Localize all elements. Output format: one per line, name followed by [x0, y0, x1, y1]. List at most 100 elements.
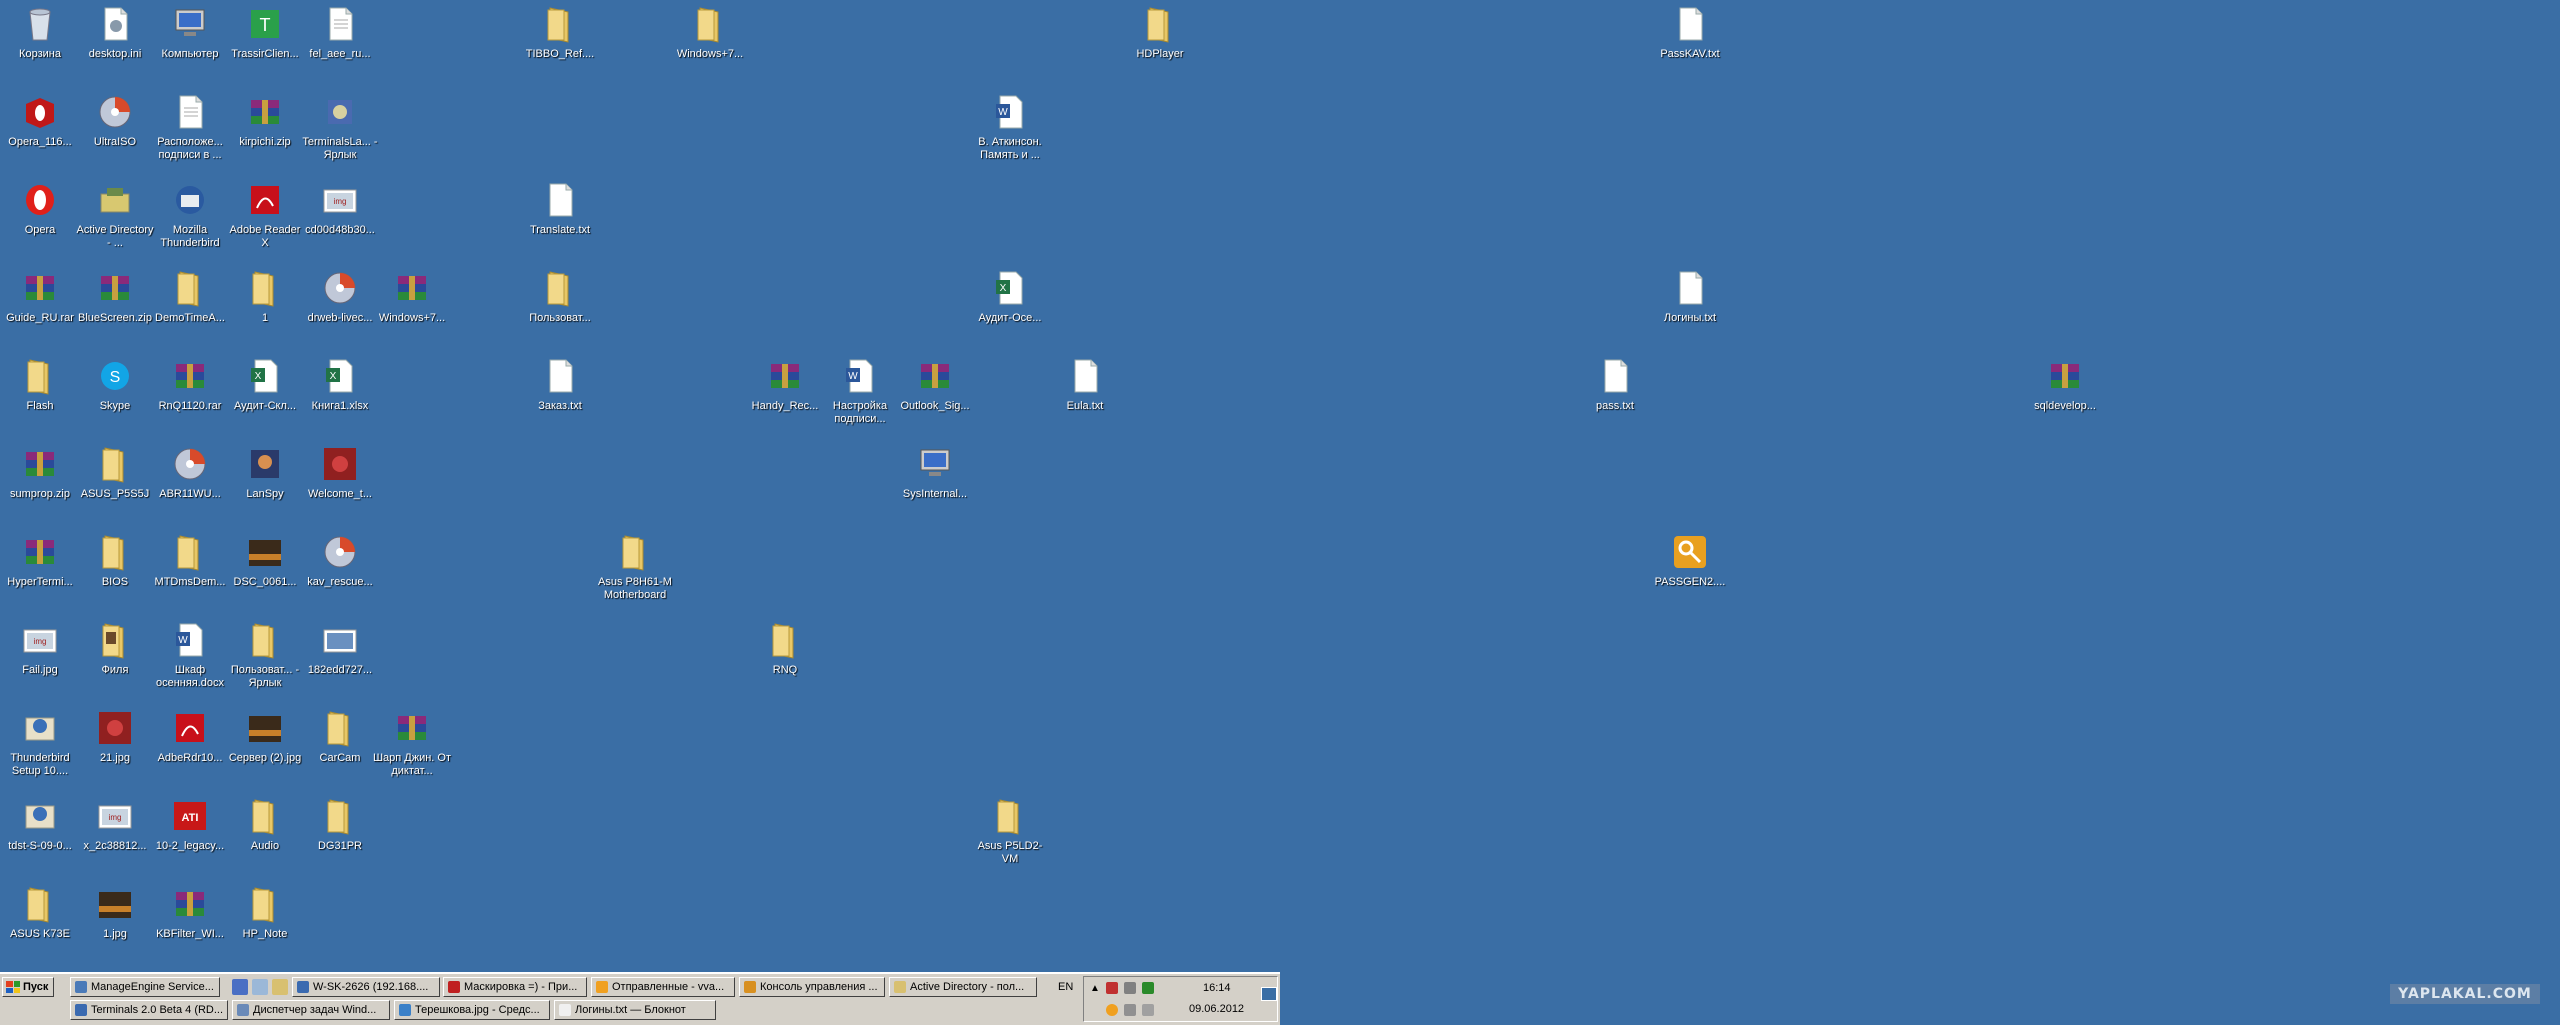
desktop-icon[interactable]: Opera [0, 180, 80, 237]
taskbar-window-button[interactable]: W-SK-2626 (192.168.... [292, 977, 440, 997]
desktop-icon[interactable]: TerminalsLa... - Ярлык [300, 92, 380, 162]
desktop-icon[interactable]: ASUS_P5S5J [75, 444, 155, 501]
desktop-icon[interactable]: X Книга1.xlsx [300, 356, 380, 413]
desktop-icon[interactable]: Филя [75, 620, 155, 677]
desktop-icon[interactable]: HyperTermi... [0, 532, 80, 589]
desktop-icon[interactable]: KBFilter_WI... [150, 884, 230, 941]
desktop-icon[interactable]: Компьютер [150, 4, 230, 61]
tray-speaker-icon[interactable] [1142, 1004, 1154, 1016]
desktop-icon[interactable]: Windows+7... [670, 4, 750, 61]
tray-network-icon[interactable] [1124, 1004, 1136, 1016]
taskbar-window-button[interactable]: Консоль управления ... [739, 977, 885, 997]
start-button[interactable]: Пуск [2, 977, 54, 997]
desktop-icon[interactable]: Thunderbird Setup 10.... [0, 708, 80, 778]
taskbar-window-button[interactable]: Отправленные - vva... [591, 977, 735, 997]
desktop-icon[interactable]: Opera_116... [0, 92, 80, 149]
desktop-icon[interactable]: PASSGEN2.... [1650, 532, 1730, 589]
desktop-icon[interactable]: Translate.txt [520, 180, 600, 237]
desktop-icon[interactable]: Расположе... подписи в ... [150, 92, 230, 162]
desktop-icon[interactable]: X Аудит-Скл... [225, 356, 305, 413]
clock-time[interactable]: 16:14 [1203, 982, 1231, 994]
desktop-icon[interactable]: fel_aee_ru... [300, 4, 380, 61]
desktop-icon[interactable]: RnQ1120.rar [150, 356, 230, 413]
desktop-icon[interactable]: Логины.txt [1650, 268, 1730, 325]
desktop-icon[interactable]: Шарп Джин. От диктат... [372, 708, 452, 778]
desktop-icon[interactable]: ATI 10-2_legacy... [150, 796, 230, 853]
taskbar-window-button[interactable]: ManageEngine Service... [70, 977, 220, 997]
desktop-icon[interactable]: Пользоват... - Ярлык [225, 620, 305, 690]
taskbar-window-button[interactable]: Терешкова.jpg - Средс... [394, 1000, 550, 1020]
quicklaunch-explorer-icon[interactable] [272, 979, 288, 995]
taskbar-window-button[interactable]: Terminals 2.0 Beta 4 (RD... [70, 1000, 228, 1020]
quicklaunch-desktop-icon[interactable] [252, 979, 268, 995]
desktop-icon[interactable]: W В. Аткинсон. Память и ... [970, 92, 1050, 162]
desktop-icon[interactable]: MTDmsDem... [150, 532, 230, 589]
desktop-icon[interactable]: 21.jpg [75, 708, 155, 765]
desktop-icon[interactable]: Asus P5LD2-VM [970, 796, 1050, 866]
desktop-icon[interactable]: Adobe Reader X [225, 180, 305, 250]
desktop-icon[interactable]: Сервер (2).jpg [225, 708, 305, 765]
desktop-icon[interactable]: W Настройка подписи... [820, 356, 900, 426]
desktop-icon[interactable]: desktop.ini [75, 4, 155, 61]
desktop-icon[interactable]: AdbeRdr10... [150, 708, 230, 765]
desktop-icon[interactable]: Flash [0, 356, 80, 413]
desktop-icon[interactable]: ASUS K73E [0, 884, 80, 941]
desktop-icon[interactable]: tdst-S-09-0... [0, 796, 80, 853]
desktop-icon[interactable]: CarCam [300, 708, 380, 765]
desktop-icon[interactable]: BIOS [75, 532, 155, 589]
desktop-icon[interactable]: RNQ [745, 620, 825, 677]
desktop-icon[interactable]: S Skype [75, 356, 155, 413]
desktop-icon[interactable]: Audio [225, 796, 305, 853]
language-indicator[interactable]: EN [1058, 981, 1073, 993]
desktop-icon[interactable]: img cd00d48b30... [300, 180, 380, 237]
desktop-icon[interactable]: 1.jpg [75, 884, 155, 941]
desktop-icon[interactable]: 182edd727... [300, 620, 380, 677]
desktop-icon[interactable]: TIBBO_Ref.... [520, 4, 600, 61]
taskbar-window-button[interactable]: Диспетчер задач Wind... [232, 1000, 390, 1020]
desktop-icon[interactable]: ABR11WU... [150, 444, 230, 501]
desktop-icon[interactable]: W Шкаф осенняя.docx [150, 620, 230, 690]
desktop-icon[interactable]: SysInternal... [895, 444, 975, 501]
quicklaunch-browser-icon[interactable] [232, 979, 248, 995]
desktop-icon[interactable]: 1 [225, 268, 305, 325]
clock-date[interactable]: 09.06.2012 [1189, 1003, 1244, 1015]
desktop-icon[interactable]: sumprop.zip [0, 444, 80, 501]
desktop-icon[interactable]: Windows+7... [372, 268, 452, 325]
taskbar-window-button[interactable]: Active Directory - пол... [889, 977, 1037, 997]
desktop-icon[interactable]: BlueScreen.zip [75, 268, 155, 325]
desktop-icon[interactable]: Handy_Rec... [745, 356, 825, 413]
desktop-icon[interactable]: img x_2c38812... [75, 796, 155, 853]
desktop-icon[interactable]: Mozilla Thunderbird [150, 180, 230, 250]
desktop-icon[interactable]: Guide_RU.rar [0, 268, 80, 325]
desktop-icon[interactable]: Asus P8H61-M Motherboard [595, 532, 675, 602]
desktop-icon[interactable]: LanSpy [225, 444, 305, 501]
tray-network-alert-icon[interactable] [1106, 982, 1118, 994]
tray-mail-icon[interactable] [1106, 1004, 1118, 1016]
desktop-icon[interactable]: DG31PR [300, 796, 380, 853]
desktop-icon[interactable]: T TrassirClien... [225, 4, 305, 61]
show-desktop-icon[interactable] [1261, 987, 1277, 1001]
desktop-icon[interactable]: img Fail.jpg [0, 620, 80, 677]
taskbar-window-button[interactable]: Логины.txt — Блокнот [554, 1000, 716, 1020]
desktop-icon[interactable]: Пользоват... [520, 268, 600, 325]
desktop-icon[interactable]: Outlook_Sig... [895, 356, 975, 413]
desktop-icon[interactable]: HDPlayer [1120, 4, 1200, 61]
desktop-icon[interactable]: HP_Note [225, 884, 305, 941]
desktop-icon[interactable]: UltraISO [75, 92, 155, 149]
desktop-icon[interactable]: Корзина [0, 4, 80, 61]
desktop-icon[interactable]: PassKAV.txt [1650, 4, 1730, 61]
desktop-icon[interactable]: pass.txt [1575, 356, 1655, 413]
tray-expand-icon[interactable]: ▲ [1090, 983, 1100, 994]
desktop-icon[interactable]: X Аудит-Осе... [970, 268, 1050, 325]
desktop-icon[interactable]: kirpichi.zip [225, 92, 305, 149]
tray-volume-icon[interactable] [1124, 982, 1136, 994]
desktop-icon[interactable]: Eula.txt [1045, 356, 1125, 413]
desktop-icon[interactable]: sqldevelop... [2025, 356, 2105, 413]
desktop-icon[interactable]: DSC_0061... [225, 532, 305, 589]
desktop-icon[interactable]: Active Directory - ... [75, 180, 155, 250]
tray-status-icon[interactable] [1142, 982, 1154, 994]
desktop-icon[interactable]: kav_rescue... [300, 532, 380, 589]
desktop-icon[interactable]: Заказ.txt [520, 356, 600, 413]
taskbar-window-button[interactable]: Маскировка =) - При... [443, 977, 587, 997]
desktop-icon[interactable]: Welcome_t... [300, 444, 380, 501]
